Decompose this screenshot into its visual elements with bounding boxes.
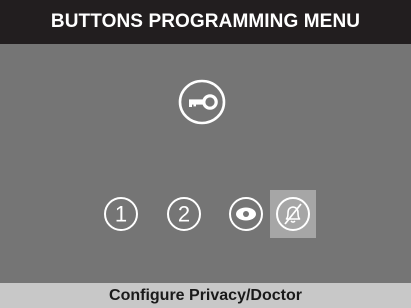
device-screen: BUTTONS PROGRAMMING MENU 1 2 Configure P…: [0, 0, 411, 308]
option-two-label: 2: [178, 202, 190, 227]
option-one-label: 1: [115, 202, 127, 227]
menu-title: BUTTONS PROGRAMMING MENU: [0, 0, 411, 44]
button-options-row: 1 2: [0, 190, 411, 238]
key-icon[interactable]: [178, 79, 226, 125]
circled-digit-two-icon[interactable]: 2: [166, 196, 202, 232]
circled-digit-one-icon[interactable]: 1: [103, 196, 139, 232]
bell-off-icon[interactable]: [270, 190, 316, 238]
eye-icon[interactable]: [228, 196, 264, 232]
status-caption: Configure Privacy/Doctor: [0, 283, 411, 308]
